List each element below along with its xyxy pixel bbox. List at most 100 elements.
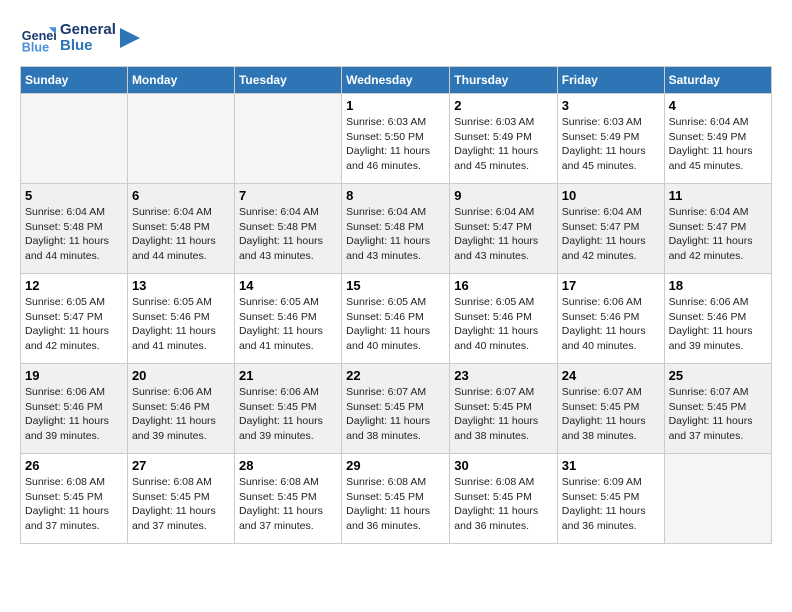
sunrise-text: Sunrise: 6:05 AM [346, 296, 426, 308]
daylight-text: Daylight: 11 hours and 37 minutes. [132, 505, 216, 532]
day-number: 9 [454, 188, 553, 203]
daylight-text: Daylight: 11 hours and 45 minutes. [454, 145, 538, 172]
day-info: Sunrise: 6:05 AMSunset: 5:46 PMDaylight:… [346, 295, 445, 354]
sunset-text: Sunset: 5:46 PM [132, 311, 210, 323]
day-number: 16 [454, 278, 553, 293]
weekday-header-row: SundayMondayTuesdayWednesdayThursdayFrid… [21, 67, 772, 94]
day-info: Sunrise: 6:07 AMSunset: 5:45 PMDaylight:… [562, 385, 660, 444]
day-info: Sunrise: 6:04 AMSunset: 5:47 PMDaylight:… [454, 205, 553, 264]
day-info: Sunrise: 6:04 AMSunset: 5:47 PMDaylight:… [562, 205, 660, 264]
calendar-cell-1-6: 3Sunrise: 6:03 AMSunset: 5:49 PMDaylight… [557, 94, 664, 184]
calendar-cell-3-5: 16Sunrise: 6:05 AMSunset: 5:46 PMDayligh… [450, 274, 558, 364]
week-row-3: 12Sunrise: 6:05 AMSunset: 5:47 PMDayligh… [21, 274, 772, 364]
calendar-cell-1-1 [21, 94, 128, 184]
calendar-cell-1-3 [234, 94, 341, 184]
day-number: 17 [562, 278, 660, 293]
sunrise-text: Sunrise: 6:07 AM [346, 386, 426, 398]
sunset-text: Sunset: 5:50 PM [346, 131, 424, 143]
sunset-text: Sunset: 5:47 PM [669, 221, 747, 233]
sunrise-text: Sunrise: 6:05 AM [132, 296, 212, 308]
sunrise-text: Sunrise: 6:04 AM [346, 206, 426, 218]
day-info: Sunrise: 6:06 AMSunset: 5:46 PMDaylight:… [562, 295, 660, 354]
day-number: 19 [25, 368, 123, 383]
daylight-text: Daylight: 11 hours and 36 minutes. [454, 505, 538, 532]
daylight-text: Daylight: 11 hours and 39 minutes. [25, 415, 109, 442]
daylight-text: Daylight: 11 hours and 40 minutes. [562, 325, 646, 352]
day-info: Sunrise: 6:08 AMSunset: 5:45 PMDaylight:… [25, 475, 123, 534]
day-info: Sunrise: 6:06 AMSunset: 5:45 PMDaylight:… [239, 385, 337, 444]
weekday-header-wednesday: Wednesday [342, 67, 450, 94]
daylight-text: Daylight: 11 hours and 46 minutes. [346, 145, 430, 172]
sunrise-text: Sunrise: 6:06 AM [239, 386, 319, 398]
daylight-text: Daylight: 11 hours and 42 minutes. [669, 235, 753, 262]
daylight-text: Daylight: 11 hours and 39 minutes. [669, 325, 753, 352]
calendar-cell-3-4: 15 Sunrise: 6:05 AMSunset: 5:46 PMDayligh… [342, 274, 450, 364]
day-number: 24 [562, 368, 660, 383]
sunset-text: Sunset: 5:45 PM [669, 401, 747, 413]
sunrise-text: Sunrise: 6:04 AM [669, 116, 749, 128]
daylight-text: Daylight: 11 hours and 44 minutes. [132, 235, 216, 262]
weekday-header-sunday: Sunday [21, 67, 128, 94]
day-number: 29 [346, 458, 445, 473]
day-info: Sunrise: 6:04 AMSunset: 5:48 PMDaylight:… [132, 205, 230, 264]
sunset-text: Sunset: 5:46 PM [454, 311, 532, 323]
sunset-text: Sunset: 5:49 PM [562, 131, 640, 143]
daylight-text: Daylight: 11 hours and 42 minutes. [25, 325, 109, 352]
sunset-text: Sunset: 5:45 PM [239, 401, 317, 413]
sunset-text: Sunset: 5:45 PM [346, 401, 424, 413]
logo-icon: General Blue [20, 20, 56, 56]
calendar-cell-4-7: 25Sunrise: 6:07 AMSunset: 5:45 PMDayligh… [664, 364, 771, 454]
calendar-cell-1-2 [127, 94, 234, 184]
daylight-text: Daylight: 11 hours and 38 minutes. [346, 415, 430, 442]
day-info: Sunrise: 6:06 AMSunset: 5:46 PMDaylight:… [669, 295, 767, 354]
daylight-text: Daylight: 11 hours and 37 minutes. [669, 415, 753, 442]
daylight-text: Daylight: 11 hours and 43 minutes. [239, 235, 323, 262]
sunrise-text: Sunrise: 6:08 AM [132, 476, 212, 488]
daylight-text: Daylight: 11 hours and 44 minutes. [25, 235, 109, 262]
calendar-cell-4-6: 24 Sunrise: 6:07 AMSunset: 5:45 PMDayligh… [557, 364, 664, 454]
sunrise-text: Sunrise: 6:08 AM [454, 476, 534, 488]
sunrise-text: Sunrise: 6:06 AM [25, 386, 105, 398]
calendar-cell-5-3: 28Sunrise: 6:08 AMSunset: 5:45 PMDayligh… [234, 454, 341, 544]
day-info: Sunrise: 6:09 AMSunset: 5:45 PMDaylight:… [562, 475, 660, 534]
sunrise-text: Sunrise: 6:06 AM [669, 296, 749, 308]
day-number: 23 [454, 368, 553, 383]
day-info: Sunrise: 6:08 AMSunset: 5:45 PMDaylight:… [454, 475, 553, 534]
day-number: 3 [562, 98, 660, 113]
sunset-text: Sunset: 5:45 PM [562, 491, 640, 503]
sunset-text: Sunset: 5:49 PM [669, 131, 747, 143]
day-number: 21 [239, 368, 337, 383]
day-number: 14 [239, 278, 337, 293]
daylight-text: Daylight: 11 hours and 40 minutes. [346, 325, 430, 352]
daylight-text: Daylight: 11 hours and 36 minutes. [562, 505, 646, 532]
day-number: 15 [346, 278, 445, 293]
day-number: 8 [346, 188, 445, 203]
sunrise-text: Sunrise: 6:04 AM [562, 206, 642, 218]
calendar-cell-2-2: 6Sunrise: 6:04 AMSunset: 5:48 PMDaylight… [127, 184, 234, 274]
day-number: 31 [562, 458, 660, 473]
day-number: 11 [669, 188, 767, 203]
sunrise-text: Sunrise: 6:05 AM [454, 296, 534, 308]
week-row-1: 1Sunrise: 6:03 AMSunset: 5:50 PMDaylight… [21, 94, 772, 184]
weekday-header-friday: Friday [557, 67, 664, 94]
sunset-text: Sunset: 5:48 PM [239, 221, 317, 233]
day-number: 10 [562, 188, 660, 203]
sunset-text: Sunset: 5:45 PM [562, 401, 640, 413]
day-number: 27 [132, 458, 230, 473]
day-number: 20 [132, 368, 230, 383]
day-number: 5 [25, 188, 123, 203]
day-number: 28 [239, 458, 337, 473]
calendar-cell-2-6: 10 Sunrise: 6:04 AMSunset: 5:47 PMDayligh… [557, 184, 664, 274]
sunrise-text: Sunrise: 6:08 AM [25, 476, 105, 488]
calendar-cell-5-6: 31 Sunrise: 6:09 AMSunset: 5:45 PMDayligh… [557, 454, 664, 544]
calendar-cell-3-1: 12Sunrise: 6:05 AMSunset: 5:47 PMDayligh… [21, 274, 128, 364]
day-number: 1 [346, 98, 445, 113]
sunset-text: Sunset: 5:45 PM [239, 491, 317, 503]
calendar-cell-3-7: 18Sunrise: 6:06 AMSunset: 5:46 PMDayligh… [664, 274, 771, 364]
day-info: Sunrise: 6:08 AMSunset: 5:45 PMDaylight:… [132, 475, 230, 534]
calendar-cell-5-4: 29Sunrise: 6:08 AMSunset: 5:45 PMDayligh… [342, 454, 450, 544]
sunrise-text: Sunrise: 6:06 AM [562, 296, 642, 308]
daylight-text: Daylight: 11 hours and 37 minutes. [25, 505, 109, 532]
daylight-text: Daylight: 11 hours and 42 minutes. [562, 235, 646, 262]
week-row-4: 19Sunrise: 6:06 AMSunset: 5:46 PMDayligh… [21, 364, 772, 454]
